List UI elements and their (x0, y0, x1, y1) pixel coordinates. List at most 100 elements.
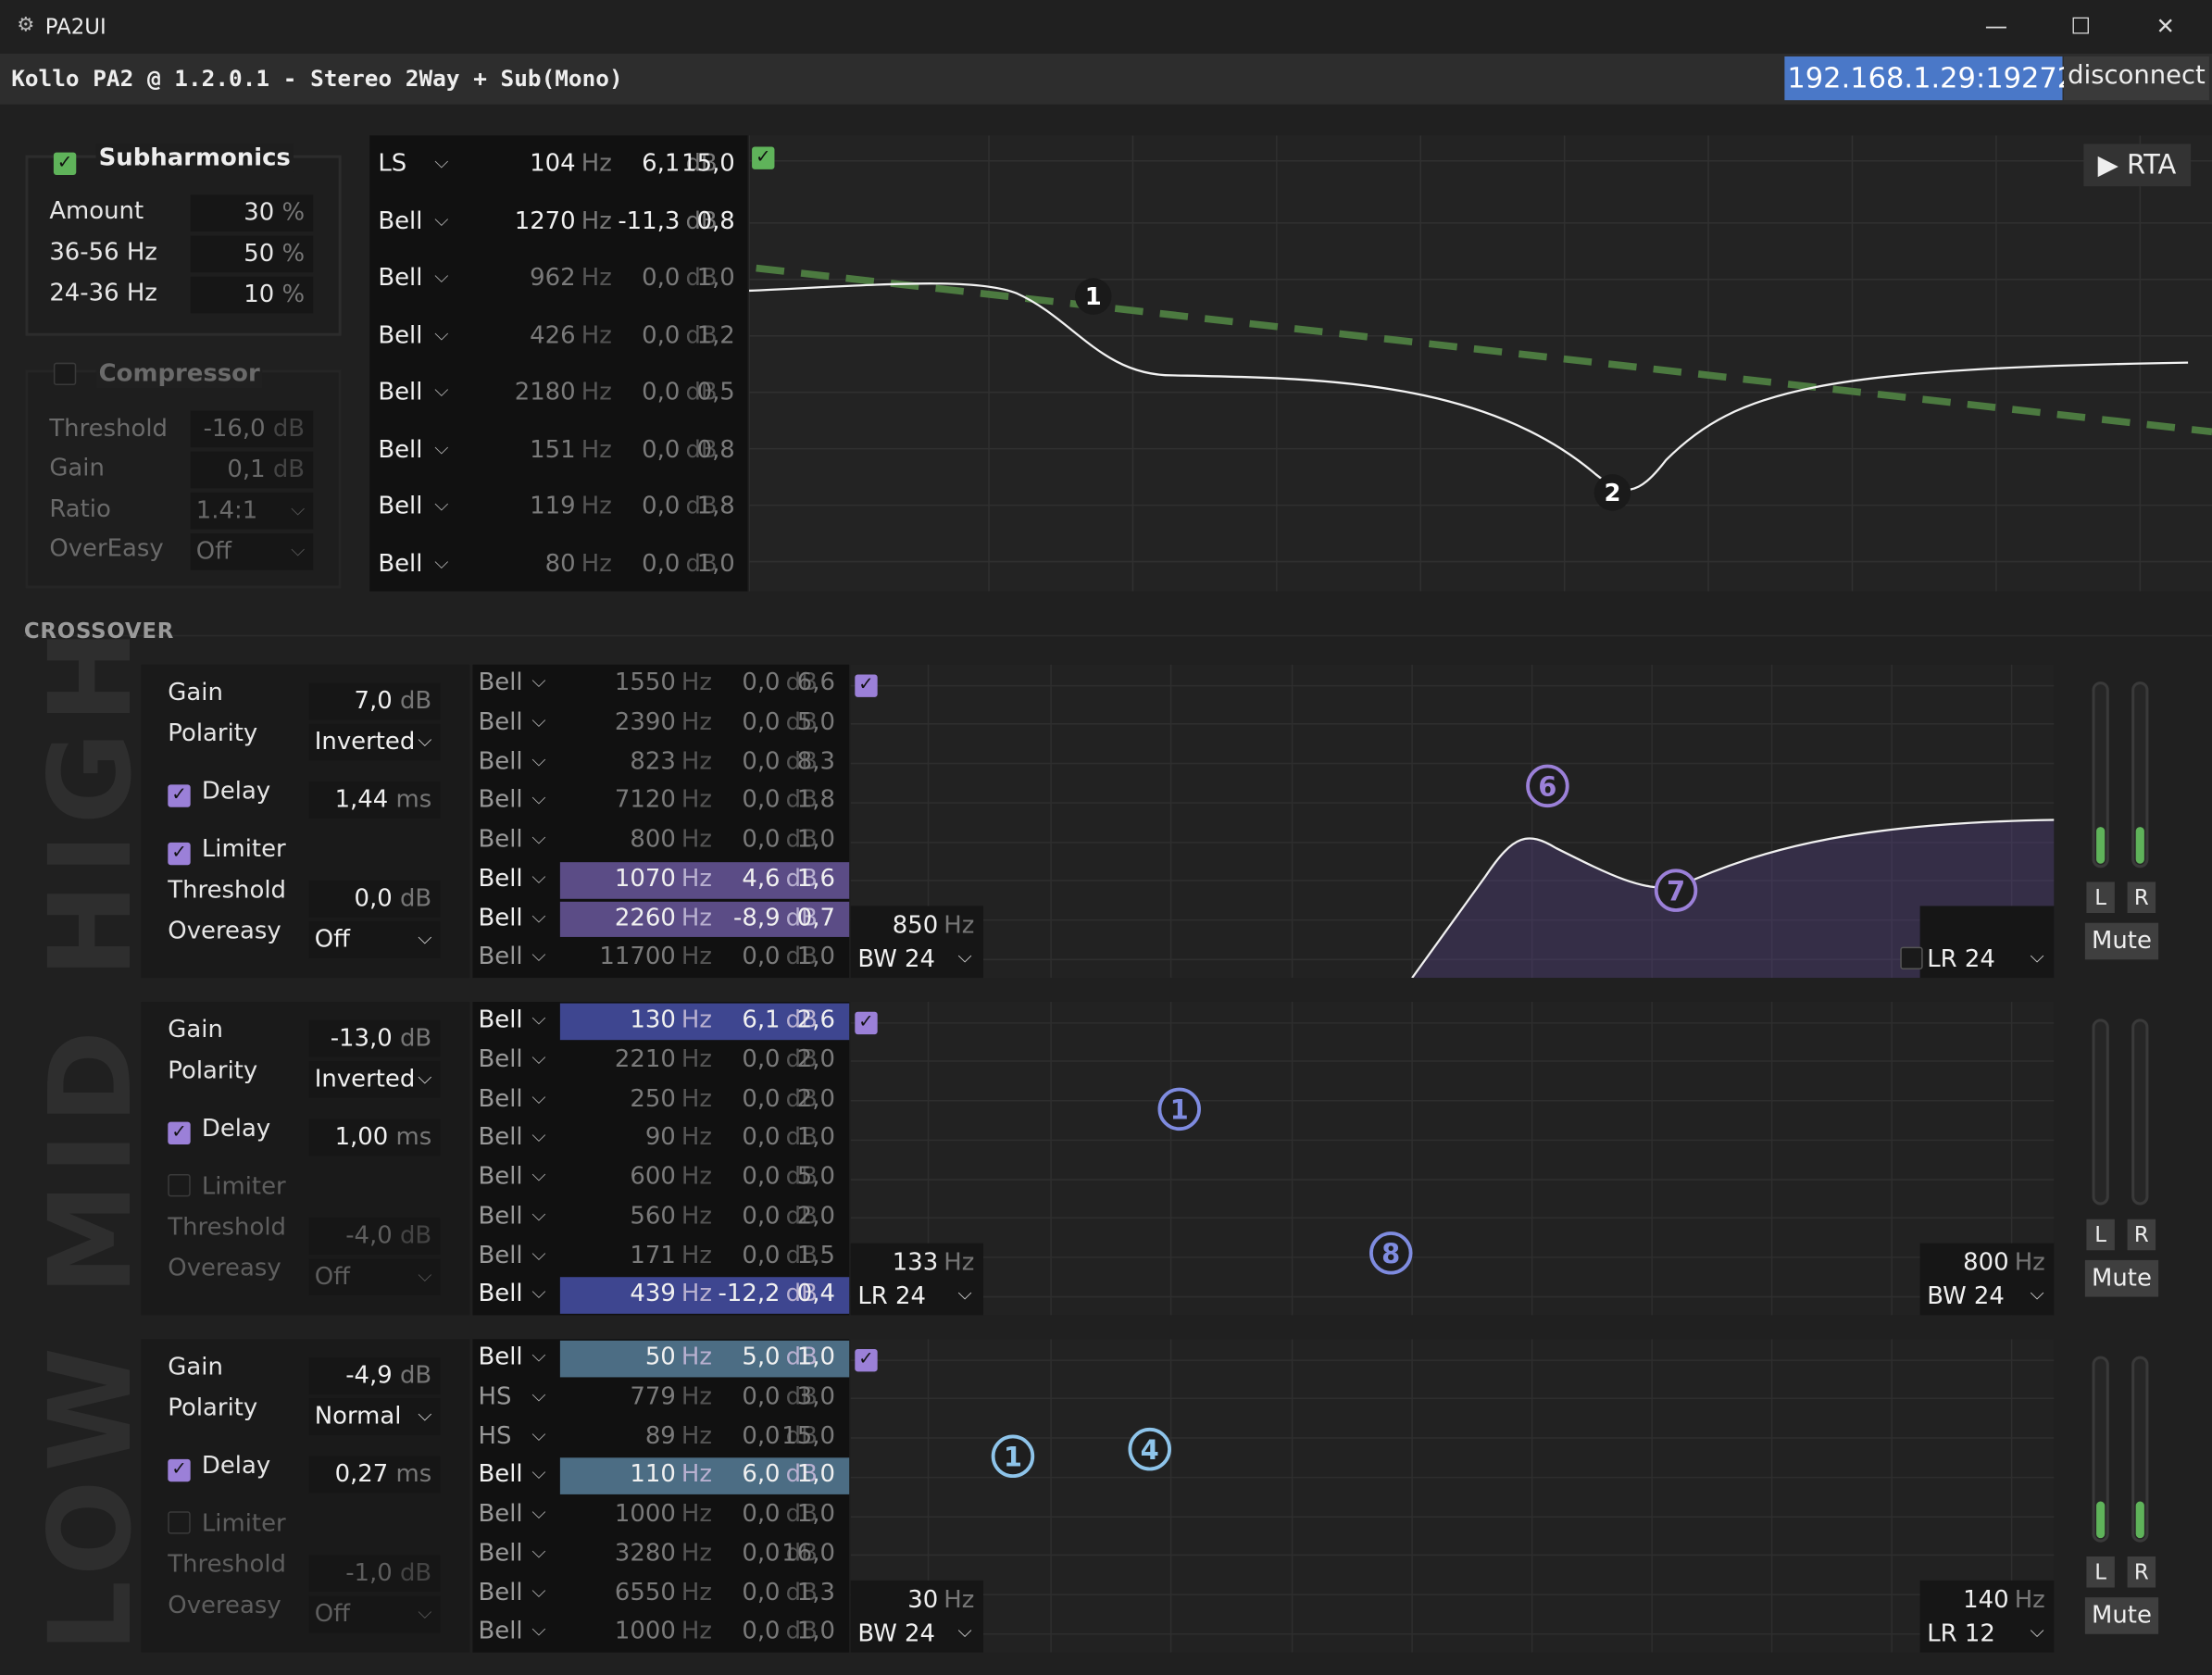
eq-type-select[interactable]: Bell (378, 206, 422, 234)
eq-type-select[interactable]: Bell (479, 1045, 523, 1073)
eq-type-select[interactable]: Bell (479, 865, 523, 893)
eq-q-value[interactable]: 8,3 (797, 747, 835, 775)
main-eq-enable-checkbox[interactable]: ✓ (752, 141, 775, 169)
close-button[interactable]: ✕ (2123, 0, 2207, 54)
eq-q-value[interactable]: 1,8 (697, 493, 735, 520)
eq-q-value[interactable]: 0,7 (797, 904, 835, 931)
eq-type-select[interactable]: HS (479, 1382, 512, 1410)
chevron-down-icon[interactable]: ⌵ (531, 1424, 545, 1445)
chevron-down-icon[interactable]: ⌵ (434, 553, 448, 574)
eq-band-row[interactable]: Bell ⌵ 1000 Hz 0,0 dB 1,0 (472, 1613, 849, 1652)
eq-gain-value[interactable]: 0,0 (742, 1123, 780, 1151)
chevron-down-icon[interactable]: ⌵ (2030, 947, 2043, 969)
eq-gain-value[interactable]: 0,0 (742, 1241, 780, 1269)
eq-q-value[interactable]: 1,2 (697, 321, 735, 349)
eq-band-row[interactable]: Bell ⌵ 1270 Hz -11,3 dB 0,8 (369, 193, 747, 250)
chevron-down-icon[interactable]: ⌵ (531, 1283, 545, 1305)
right-channel-button[interactable]: R (2127, 881, 2156, 914)
chevron-down-icon[interactable]: ⌵ (531, 1166, 545, 1187)
right-channel-button[interactable]: R (2127, 1219, 2156, 1251)
eq-gain-value[interactable]: 0,0 (742, 1084, 780, 1112)
band-eq-enable-checkbox[interactable]: ✓ (855, 1344, 878, 1372)
chevron-down-icon[interactable]: ⌵ (434, 438, 448, 459)
lowpass-enable-checkbox[interactable] (1900, 946, 1923, 977)
delay-checkbox[interactable]: ✓ (168, 1454, 191, 1482)
eq-freq-value[interactable]: 171 (630, 1241, 675, 1269)
highpass-filter-box[interactable]: 30 Hz BW 24 ⌵ (850, 1580, 983, 1653)
polarity-select[interactable]: Normal ⌵ (308, 1398, 441, 1435)
eq-type-select[interactable]: Bell (378, 493, 422, 520)
eq-q-value[interactable]: 15,0 (781, 1421, 835, 1449)
eq-band-row[interactable]: Bell ⌵ 6550 Hz 0,0 dB 1,3 (472, 1574, 849, 1613)
lowpass-freq-value[interactable]: 800 (1963, 1249, 2008, 1277)
band-eq-marker[interactable]: 7 (1654, 869, 1698, 912)
eq-gain-value[interactable]: 0,0 (742, 1618, 780, 1645)
eq-q-value[interactable]: 1,0 (797, 826, 835, 854)
chevron-down-icon[interactable]: ⌵ (531, 1009, 545, 1031)
eq-gain-value[interactable]: 0,0 (742, 1163, 780, 1191)
eq-band-row[interactable]: Bell ⌵ 823 Hz 0,0 dB 8,3 (472, 743, 849, 781)
chevron-down-icon[interactable]: ⌵ (958, 1284, 972, 1306)
eq-q-value[interactable]: 16,0 (781, 1539, 835, 1567)
threshold-field[interactable]: -4,0 dB (308, 1218, 441, 1255)
eq-band-row[interactable]: Bell ⌵ 151 Hz 0,0 dB 0,8 (369, 421, 747, 479)
band-eq-enable-checkbox[interactable]: ✓ (855, 669, 878, 697)
eq-freq-value[interactable]: 2180 (515, 378, 576, 406)
main-eq-graph[interactable]: 12 ✓ ▶ RTA (749, 135, 2212, 592)
eq-gain-value[interactable]: 0,0 (742, 708, 780, 736)
eq-type-select[interactable]: Bell (479, 786, 523, 814)
eq-type-select[interactable]: Bell (479, 1163, 523, 1191)
threshold-field[interactable]: -1,0 dB (308, 1555, 441, 1593)
lowpass-filter-box[interactable]: 800 Hz BW 24 ⌵ (1919, 1243, 2055, 1316)
eq-freq-value[interactable]: 250 (630, 1084, 675, 1112)
polarity-select[interactable]: Inverted ⌵ (308, 723, 441, 761)
eq-freq-value[interactable]: 823 (630, 747, 675, 775)
chevron-down-icon[interactable]: ⌵ (958, 1621, 972, 1643)
eq-freq-value[interactable]: 90 (645, 1123, 676, 1151)
chevron-down-icon[interactable]: ⌵ (531, 945, 545, 967)
eq-type-select[interactable]: Bell (378, 378, 422, 406)
eq-gain-value[interactable]: 0,0 (742, 1202, 780, 1230)
eq-q-value[interactable]: 2,0 (797, 1084, 835, 1112)
eq-q-value[interactable]: 2,6 (797, 1006, 835, 1034)
eq-gain-value[interactable]: 6,1 (642, 150, 680, 178)
chevron-down-icon[interactable]: ⌵ (531, 1205, 545, 1226)
eq-freq-value[interactable]: 6550 (615, 1579, 676, 1606)
eq-gain-value[interactable]: 0,0 (642, 378, 680, 406)
eq-type-select[interactable]: Bell (378, 321, 422, 349)
eq-type-select[interactable]: Bell (479, 1618, 523, 1645)
threshold-field[interactable]: 0,0 dB (308, 880, 441, 918)
band-eq-marker[interactable]: 6 (1526, 764, 1569, 808)
mute-button[interactable]: Mute (2084, 1597, 2159, 1634)
right-channel-button[interactable]: R (2127, 1556, 2156, 1588)
eq-band-row[interactable]: Bell ⌵ 1000 Hz 0,0 dB 1,0 (472, 1495, 849, 1534)
eq-type-select[interactable]: Bell (479, 1461, 523, 1489)
eq-q-value[interactable]: 3,0 (797, 1382, 835, 1410)
delay-field[interactable]: 1,00 ms (308, 1119, 441, 1156)
eq-freq-value[interactable]: 1550 (615, 669, 676, 696)
eq-type-select[interactable]: Bell (479, 1579, 523, 1606)
lowpass-filter-select[interactable]: LR 24 (1927, 945, 1995, 973)
eq-type-select[interactable]: Bell (479, 747, 523, 775)
eq-gain-value[interactable]: 0,0 (742, 1579, 780, 1606)
eq-type-select[interactable]: Bell (479, 1500, 523, 1528)
eq-q-value[interactable]: 0,8 (697, 435, 735, 463)
chevron-down-icon[interactable]: ⌵ (531, 671, 545, 693)
overeasy-select[interactable]: Off ⌵ (308, 1258, 441, 1296)
eq-band-row[interactable]: Bell ⌵ 110 Hz 6,0 dB 1,0 (472, 1456, 850, 1495)
lowpass-freq-value[interactable]: 140 (1963, 1586, 2008, 1614)
band-eq-graph[interactable]: 6 7 ✓ 850 Hz BW 24 ⌵ LR 24 ⌵ (850, 664, 2055, 979)
eq-freq-value[interactable]: 2210 (615, 1045, 676, 1073)
lowpass-filter-select[interactable]: LR 12 (1927, 1620, 1995, 1648)
eq-q-value[interactable]: 1,3 (797, 1579, 835, 1606)
eq-band-row[interactable]: Bell ⌵ 11700 Hz 0,0 dB 1,0 (472, 939, 849, 978)
eq-freq-value[interactable]: 89 (645, 1421, 676, 1449)
eq-type-select[interactable]: Bell (479, 1281, 523, 1308)
limiter-checkbox[interactable] (168, 1511, 191, 1539)
eq-gain-value[interactable]: 0,0 (742, 1500, 780, 1528)
eq-gain-value[interactable]: 0,0 (742, 1421, 780, 1449)
compressor-threshold-field[interactable]: -16,0 dB (190, 410, 314, 448)
eq-type-select[interactable]: Bell (479, 943, 523, 970)
eq-type-select[interactable]: LS (378, 150, 406, 178)
eq-q-value[interactable]: 0,4 (797, 1281, 835, 1308)
